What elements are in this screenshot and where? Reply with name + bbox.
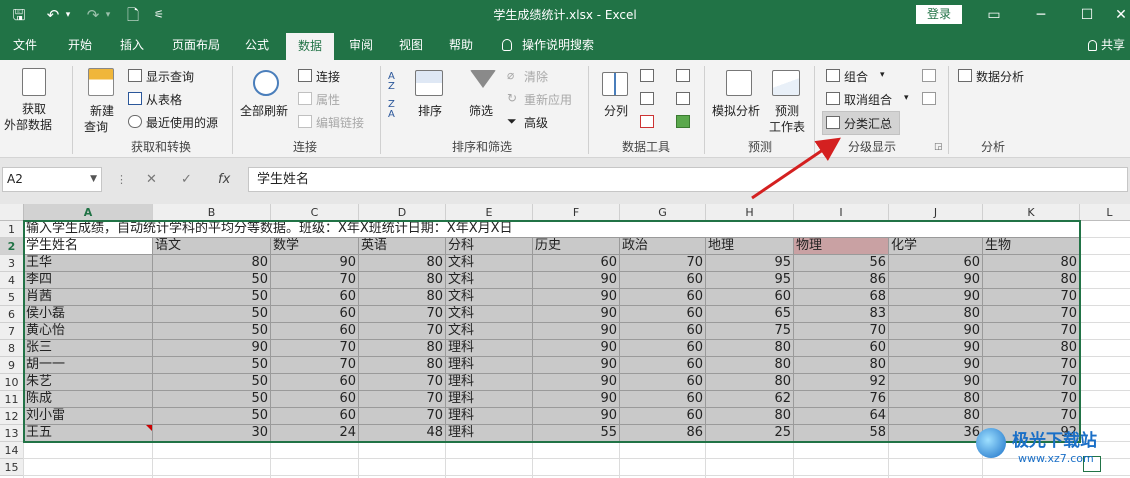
watermark: 极光下载站 www.xz7.com	[976, 424, 1126, 474]
watermark-logo-icon	[976, 428, 1006, 458]
excel-window: 🖫 ↶ ▾ ↷ ▾ 🗋 ⚟ 学生成绩统计.xlsx - Excel 登录 ▭ ─…	[0, 0, 1130, 478]
watermark-url: www.xz7.com	[1018, 452, 1094, 465]
annotation-arrow	[751, 137, 841, 200]
watermark-name: 极光下载站	[1012, 431, 1097, 451]
